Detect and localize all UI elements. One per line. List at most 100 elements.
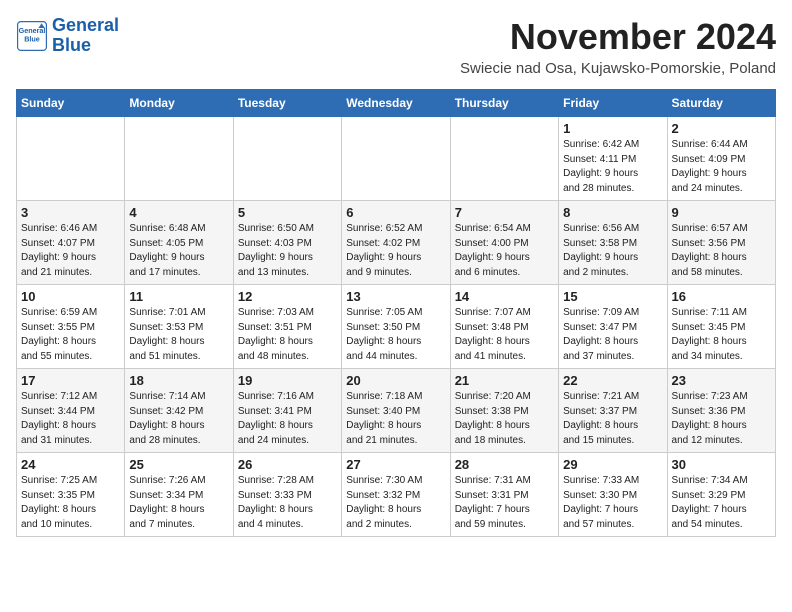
calendar-cell: 8 Sunrise: 6:56 AM Sunset: 3:58 PM Daylig… (559, 201, 667, 285)
calendar-cell: 10 Sunrise: 6:59 AM Sunset: 3:55 PM Dayli… (17, 285, 125, 369)
day-info: Sunrise: 7:03 AM Sunset: 3:51 PM Dayligh… (238, 306, 337, 364)
calendar-cell (450, 117, 558, 201)
col-header-wednesday: Wednesday (342, 90, 450, 117)
calendar-cell (233, 117, 341, 201)
day-info: Sunrise: 7:30 AM Sunset: 3:32 PM Dayligh… (346, 474, 445, 532)
day-info: Sunrise: 6:57 AM Sunset: 3:56 PM Dayligh… (672, 222, 771, 280)
day-number: 4 (129, 205, 228, 220)
day-number: 28 (455, 457, 554, 472)
page-subtitle: Swiecie nad Osa, Kujawsko-Pomorskie, Pol… (460, 60, 776, 77)
day-number: 25 (129, 457, 228, 472)
calendar-cell: 24 Sunrise: 7:25 AM Sunset: 3:35 PM Dayli… (17, 453, 125, 537)
logo-line1: General (52, 16, 119, 36)
col-header-monday: Monday (125, 90, 233, 117)
col-header-saturday: Saturday (667, 90, 775, 117)
day-number: 14 (455, 289, 554, 304)
day-number: 26 (238, 457, 337, 472)
calendar-cell: 12 Sunrise: 7:03 AM Sunset: 3:51 PM Dayli… (233, 285, 341, 369)
logo: General Blue General Blue (16, 16, 119, 56)
day-number: 16 (672, 289, 771, 304)
calendar-cell: 13Sunrise: 7:05 AM Sunset: 3:50 PM Dayli… (342, 285, 450, 369)
day-number: 19 (238, 373, 337, 388)
day-number: 23 (672, 373, 771, 388)
day-info: Sunrise: 7:18 AM Sunset: 3:40 PM Dayligh… (346, 390, 445, 448)
calendar-cell: 23Sunrise: 7:23 AM Sunset: 3:36 PM Dayli… (667, 369, 775, 453)
calendar-cell: 6 Sunrise: 6:52 AM Sunset: 4:02 PM Daylig… (342, 201, 450, 285)
calendar-cell: 14 Sunrise: 7:07 AM Sunset: 3:48 PM Dayli… (450, 285, 558, 369)
day-info: Sunrise: 7:07 AM Sunset: 3:48 PM Dayligh… (455, 306, 554, 364)
calendar-cell: 27 Sunrise: 7:30 AM Sunset: 3:32 PM Dayli… (342, 453, 450, 537)
calendar-cell (342, 117, 450, 201)
day-info: Sunrise: 7:28 AM Sunset: 3:33 PM Dayligh… (238, 474, 337, 532)
day-info: Sunrise: 7:26 AM Sunset: 3:34 PM Dayligh… (129, 474, 228, 532)
day-info: Sunrise: 7:14 AM Sunset: 3:42 PM Dayligh… (129, 390, 228, 448)
day-number: 29 (563, 457, 662, 472)
calendar-cell: 2 Sunrise: 6:44 AM Sunset: 4:09 PM Daylig… (667, 117, 775, 201)
day-info: Sunrise: 6:44 AM Sunset: 4:09 PM Dayligh… (672, 138, 771, 196)
day-info: Sunrise: 7:09 AM Sunset: 3:47 PM Dayligh… (563, 306, 662, 364)
calendar-table: SundayMondayTuesdayWednesdayThursdayFrid… (16, 89, 776, 537)
svg-text:Blue: Blue (24, 34, 40, 43)
day-number: 22 (563, 373, 662, 388)
day-number: 9 (672, 205, 771, 220)
day-number: 12 (238, 289, 337, 304)
calendar-cell: 25 Sunrise: 7:26 AM Sunset: 3:34 PM Dayli… (125, 453, 233, 537)
day-number: 15 (563, 289, 662, 304)
day-info: Sunrise: 6:50 AM Sunset: 4:03 PM Dayligh… (238, 222, 337, 280)
calendar-cell: 15 Sunrise: 7:09 AM Sunset: 3:47 PM Dayli… (559, 285, 667, 369)
day-number: 17 (21, 373, 120, 388)
col-header-friday: Friday (559, 90, 667, 117)
day-number: 27 (346, 457, 445, 472)
day-info: Sunrise: 7:01 AM Sunset: 3:53 PM Dayligh… (129, 306, 228, 364)
calendar-cell: 30 Sunrise: 7:34 AM Sunset: 3:29 PM Dayli… (667, 453, 775, 537)
day-info: Sunrise: 7:31 AM Sunset: 3:31 PM Dayligh… (455, 474, 554, 532)
calendar-cell: 17 Sunrise: 7:12 AM Sunset: 3:44 PM Dayli… (17, 369, 125, 453)
day-number: 7 (455, 205, 554, 220)
day-number: 24 (21, 457, 120, 472)
calendar-cell (125, 117, 233, 201)
calendar-cell: 5 Sunrise: 6:50 AM Sunset: 4:03 PM Daylig… (233, 201, 341, 285)
day-number: 20 (346, 373, 445, 388)
calendar-cell: 20 Sunrise: 7:18 AM Sunset: 3:40 PM Dayli… (342, 369, 450, 453)
col-header-thursday: Thursday (450, 90, 558, 117)
calendar-cell: 3Sunrise: 6:46 AM Sunset: 4:07 PM Daylig… (17, 201, 125, 285)
day-number: 30 (672, 457, 771, 472)
day-number: 5 (238, 205, 337, 220)
day-info: Sunrise: 6:46 AM Sunset: 4:07 PM Dayligh… (21, 222, 120, 280)
calendar-cell (17, 117, 125, 201)
day-number: 11 (129, 289, 228, 304)
day-info: Sunrise: 6:56 AM Sunset: 3:58 PM Dayligh… (563, 222, 662, 280)
day-number: 6 (346, 205, 445, 220)
day-number: 2 (672, 121, 771, 136)
day-info: Sunrise: 6:59 AM Sunset: 3:55 PM Dayligh… (21, 306, 120, 364)
day-info: Sunrise: 6:54 AM Sunset: 4:00 PM Dayligh… (455, 222, 554, 280)
day-number: 13 (346, 289, 445, 304)
day-info: Sunrise: 7:16 AM Sunset: 3:41 PM Dayligh… (238, 390, 337, 448)
day-info: Sunrise: 6:48 AM Sunset: 4:05 PM Dayligh… (129, 222, 228, 280)
page-title: November 2024 (460, 16, 776, 58)
calendar-cell: 22Sunrise: 7:21 AM Sunset: 3:37 PM Dayli… (559, 369, 667, 453)
calendar-cell: 11 Sunrise: 7:01 AM Sunset: 3:53 PM Dayli… (125, 285, 233, 369)
calendar-cell: 28 Sunrise: 7:31 AM Sunset: 3:31 PM Dayli… (450, 453, 558, 537)
day-info: Sunrise: 7:34 AM Sunset: 3:29 PM Dayligh… (672, 474, 771, 532)
calendar-cell: 9 Sunrise: 6:57 AM Sunset: 3:56 PM Daylig… (667, 201, 775, 285)
day-number: 21 (455, 373, 554, 388)
logo-line2: Blue (52, 36, 119, 56)
day-number: 10 (21, 289, 120, 304)
day-info: Sunrise: 7:25 AM Sunset: 3:35 PM Dayligh… (21, 474, 120, 532)
day-number: 18 (129, 373, 228, 388)
day-info: Sunrise: 7:12 AM Sunset: 3:44 PM Dayligh… (21, 390, 120, 448)
day-info: Sunrise: 6:42 AM Sunset: 4:11 PM Dayligh… (563, 138, 662, 196)
col-header-tuesday: Tuesday (233, 90, 341, 117)
calendar-cell: 19 Sunrise: 7:16 AM Sunset: 3:41 PM Dayli… (233, 369, 341, 453)
calendar-cell: 26 Sunrise: 7:28 AM Sunset: 3:33 PM Dayli… (233, 453, 341, 537)
day-info: Sunrise: 7:11 AM Sunset: 3:45 PM Dayligh… (672, 306, 771, 364)
day-info: Sunrise: 6:52 AM Sunset: 4:02 PM Dayligh… (346, 222, 445, 280)
day-number: 8 (563, 205, 662, 220)
day-number: 1 (563, 121, 662, 136)
calendar-cell: 29 Sunrise: 7:33 AM Sunset: 3:30 PM Dayli… (559, 453, 667, 537)
calendar-cell: 7 Sunrise: 6:54 AM Sunset: 4:00 PM Daylig… (450, 201, 558, 285)
day-info: Sunrise: 7:33 AM Sunset: 3:30 PM Dayligh… (563, 474, 662, 532)
col-header-sunday: Sunday (17, 90, 125, 117)
calendar-cell: 4 Sunrise: 6:48 AM Sunset: 4:05 PM Daylig… (125, 201, 233, 285)
